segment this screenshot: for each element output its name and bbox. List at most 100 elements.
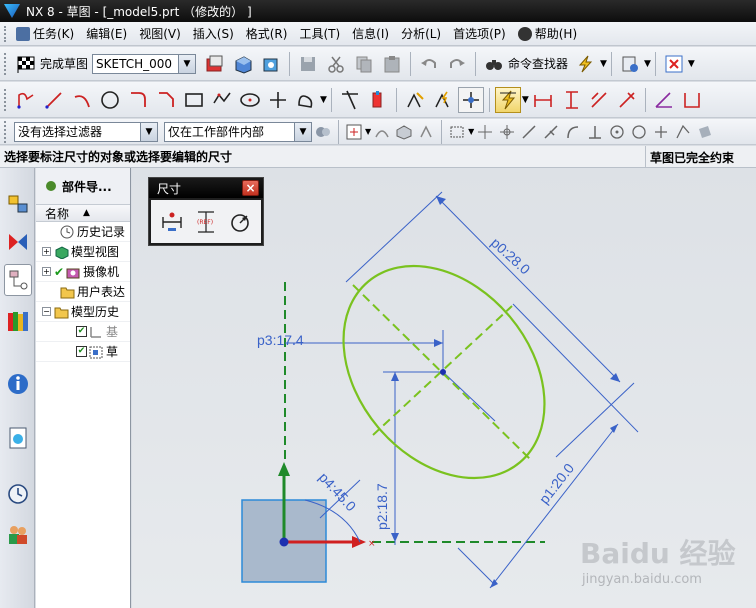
ellipse-button[interactable] [237, 87, 263, 113]
reattach-button[interactable] [230, 51, 256, 77]
snap-quadrant-button[interactable] [629, 119, 649, 145]
rectangle-select-button[interactable] [447, 119, 467, 145]
menu-insert[interactable]: 插入(S) [189, 25, 242, 42]
tree-row-model-views[interactable]: + 模型视图 [36, 242, 130, 262]
expand-toggle[interactable]: + [42, 247, 51, 256]
chevron-down-icon[interactable]: ▼ [294, 122, 311, 141]
copy-button[interactable] [351, 51, 377, 77]
paste-button[interactable] [379, 51, 405, 77]
snap-tangent-button[interactable] [563, 119, 583, 145]
radius-dimension-tool-button[interactable] [226, 208, 254, 236]
selection-scope-select[interactable]: 仅在工作部件内部 ▼ [164, 121, 312, 142]
snap-center-button[interactable] [607, 119, 627, 145]
visibility-checkbox[interactable]: ✔ [76, 346, 87, 357]
snap-point-button[interactable] [573, 51, 599, 77]
snap-settings-button[interactable] [344, 119, 364, 145]
menu-info[interactable]: 信息(I) [348, 25, 397, 42]
assembly-navigator-tab[interactable] [4, 188, 32, 220]
chevron-down-icon[interactable]: ▼ [320, 95, 327, 105]
ellipse-center-point[interactable] [440, 369, 446, 375]
pin-icon[interactable] [46, 181, 56, 191]
inferred-dimension-button[interactable] [494, 86, 521, 113]
command-finder-button[interactable]: 命令查找器 [480, 55, 572, 73]
snap-intersection-button[interactable] [541, 119, 561, 145]
make-corner-button[interactable] [365, 87, 391, 113]
hd3d-tools-tab[interactable] [4, 368, 32, 400]
cut-button[interactable] [323, 51, 349, 77]
chamfer-button[interactable] [153, 87, 179, 113]
profile-button[interactable] [13, 87, 39, 113]
menubar-grip[interactable] [4, 25, 8, 42]
toolbar-grip[interactable] [4, 88, 8, 111]
tree-row-cameras[interactable]: + ✔ 摄像机 [36, 262, 130, 282]
perimeter-dimension-button[interactable] [679, 87, 705, 113]
chevron-down-icon[interactable]: ▼ [140, 122, 157, 141]
snap-face-button[interactable] [695, 119, 715, 145]
tree-row-user-expressions[interactable]: 用户表达 [36, 282, 130, 302]
constraint-navigator-tab[interactable] [4, 226, 32, 258]
sketch-name-select[interactable]: SKETCH_000 ▼ [92, 53, 197, 74]
vertical-dimension-button[interactable] [558, 87, 584, 113]
snap-existing-point-button[interactable] [651, 119, 671, 145]
snap-endpoint-button[interactable] [475, 119, 495, 145]
tree-row-datum-csys[interactable]: ✔ 基 [36, 322, 130, 342]
selection-filter-select[interactable]: 没有选择过滤器 ▼ [14, 121, 158, 142]
inferred-dimension-tool-button[interactable] [158, 208, 186, 236]
chevron-down-icon[interactable]: ▼ [468, 127, 474, 136]
redo-button[interactable] [444, 51, 470, 77]
menu-analysis[interactable]: 分析(L) [397, 25, 449, 42]
menu-task[interactable]: 任务(K) [12, 25, 82, 42]
chevron-down-icon[interactable]: ▼ [522, 95, 529, 105]
info-tool-button[interactable] [617, 51, 643, 77]
undo-button[interactable] [416, 51, 442, 77]
menu-help[interactable]: 帮助(H) [514, 25, 585, 42]
auto-constrain-button[interactable] [430, 87, 456, 113]
snap-curve-point-button[interactable] [673, 119, 693, 145]
menu-view[interactable]: 视图(V) [135, 25, 189, 42]
dimension-p3-label[interactable]: p3:17.4 [257, 332, 304, 348]
geometric-constraints-button[interactable] [402, 87, 428, 113]
snap-on-curve-button[interactable] [519, 119, 539, 145]
dimension-dialog-titlebar[interactable]: 尺寸 × [149, 178, 263, 198]
arc-button[interactable] [69, 87, 95, 113]
name-column-header[interactable]: 名称 ▲ [36, 204, 130, 222]
save-button[interactable] [295, 51, 321, 77]
toolbar-grip[interactable] [4, 52, 8, 75]
menu-edit[interactable]: 编辑(E) [82, 25, 135, 42]
visibility-checkbox[interactable]: ✔ [76, 326, 87, 337]
feature-curve-button[interactable] [372, 119, 392, 145]
fit-view-button[interactable] [661, 51, 687, 77]
quick-trim-button[interactable] [337, 87, 363, 113]
rectangle-button[interactable] [181, 87, 207, 113]
origin-point[interactable] [279, 537, 289, 547]
collapse-toggle[interactable]: − [42, 307, 51, 316]
chevron-down-icon[interactable]: ▼ [688, 59, 695, 69]
part-navigator-tab[interactable] [4, 264, 32, 296]
dimension-p2-label[interactable]: p2:18.7 [374, 483, 390, 530]
menu-tools[interactable]: 工具(T) [295, 25, 348, 42]
line-button[interactable] [41, 87, 67, 113]
reference-dimension-tool-button[interactable]: (REF) [192, 208, 220, 236]
roles-tab[interactable] [4, 518, 32, 550]
expand-toggle[interactable]: + [42, 267, 51, 276]
chevron-down-icon[interactable]: ▼ [600, 59, 607, 69]
chevron-down-icon[interactable]: ▼ [644, 59, 651, 69]
face-filter-button[interactable] [416, 119, 436, 145]
circle-button[interactable] [97, 87, 123, 113]
update-model-button[interactable] [258, 51, 284, 77]
snap-midpoint-button[interactable] [497, 119, 517, 145]
fillet-button[interactable] [125, 87, 151, 113]
menu-format[interactable]: 格式(R) [242, 25, 296, 42]
tree-row-sketch[interactable]: ✔ 草 [36, 342, 130, 362]
show-constraints-button[interactable] [457, 86, 484, 113]
perpendicular-dimension-button[interactable] [614, 87, 640, 113]
body-filter-button[interactable] [394, 119, 414, 145]
tree-row-history[interactable]: 历史记录 [36, 222, 130, 242]
chevron-down-icon[interactable]: ▼ [365, 127, 371, 136]
assembly-filter-button[interactable] [313, 119, 333, 145]
finish-sketch-button[interactable]: 完成草图 [12, 55, 92, 73]
snap-perpendicular-button[interactable] [585, 119, 605, 145]
spline-button[interactable] [293, 87, 319, 113]
menu-preferences[interactable]: 首选项(P) [449, 25, 514, 42]
reuse-library-tab[interactable] [4, 306, 32, 338]
